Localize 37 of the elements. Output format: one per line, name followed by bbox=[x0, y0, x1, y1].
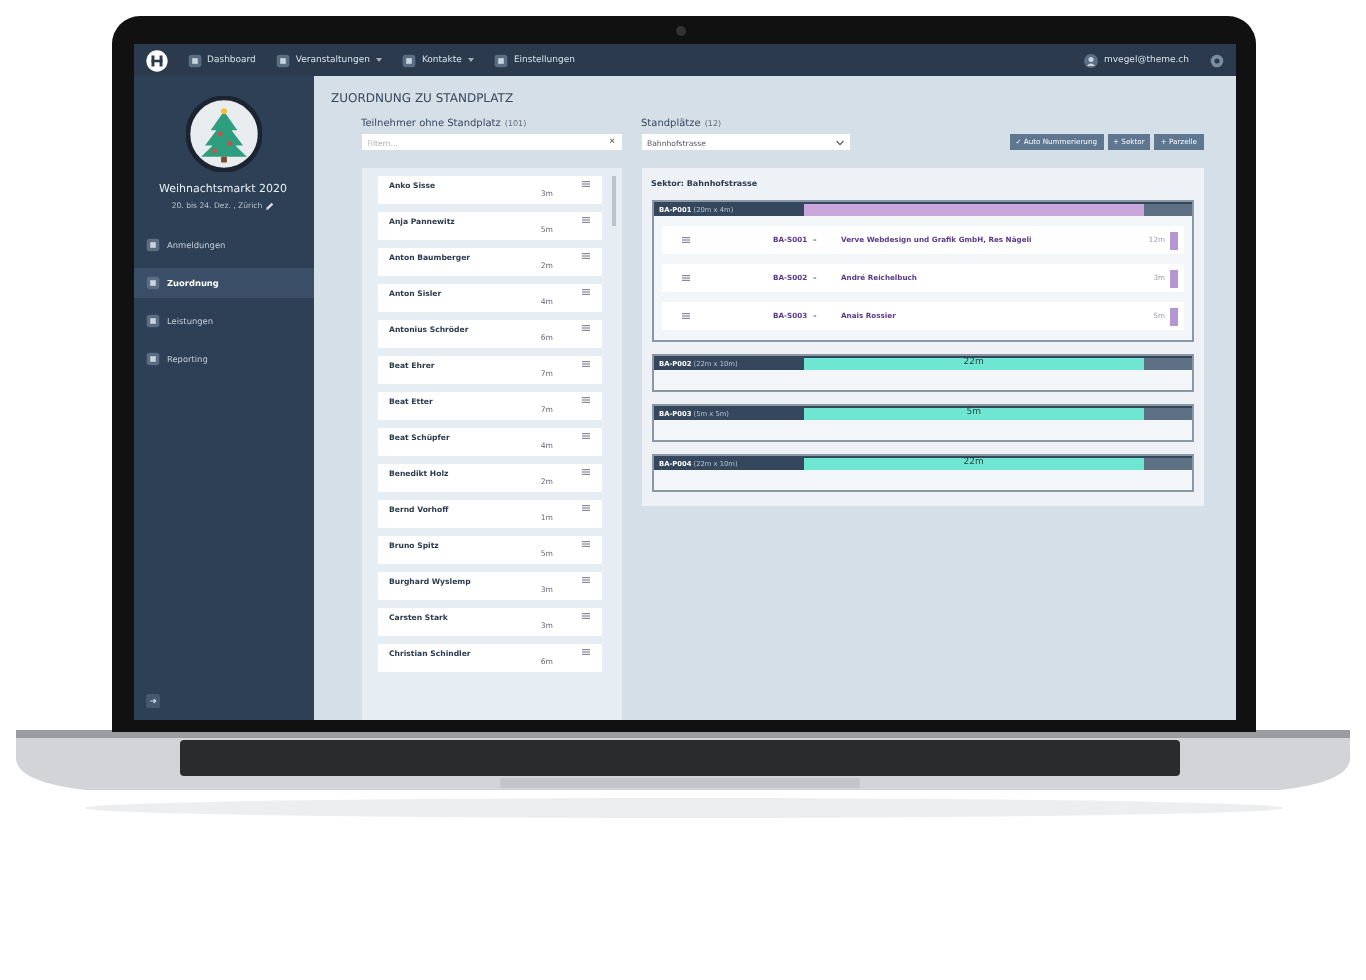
scrollbar-thumb[interactable] bbox=[611, 176, 615, 226]
stand-handle[interactable] bbox=[1169, 307, 1177, 325]
camera-icon bbox=[675, 26, 685, 36]
drag-handle-icon[interactable] bbox=[581, 540, 589, 548]
menu-square-icon bbox=[145, 276, 159, 290]
drag-handle-icon[interactable] bbox=[581, 468, 589, 476]
drag-handle-icon[interactable] bbox=[581, 324, 589, 332]
user-icon bbox=[1084, 53, 1099, 67]
drag-handle-icon[interactable] bbox=[581, 612, 589, 620]
drag-handle-icon[interactable] bbox=[681, 236, 689, 244]
chevron-down-icon bbox=[835, 139, 843, 145]
drag-handle-icon[interactable] bbox=[581, 432, 589, 440]
drag-handle-icon[interactable] bbox=[581, 504, 589, 512]
drag-handle-icon[interactable] bbox=[581, 180, 589, 188]
collapse-icon[interactable] bbox=[145, 694, 159, 708]
drag-handle-icon[interactable] bbox=[581, 396, 589, 404]
drag-handle-icon[interactable] bbox=[581, 360, 589, 368]
christmas-tree-avatar-icon bbox=[185, 96, 261, 172]
menu-square-icon bbox=[145, 238, 159, 252]
nav-square-icon bbox=[493, 53, 508, 67]
settings-icon[interactable] bbox=[1209, 53, 1223, 67]
nav-square-icon bbox=[401, 53, 416, 67]
menu-square-icon bbox=[145, 314, 159, 328]
menu-square-icon bbox=[145, 352, 159, 366]
pencil-icon[interactable] bbox=[266, 201, 275, 209]
drag-handle-icon[interactable] bbox=[581, 576, 589, 584]
stand-handle[interactable] bbox=[1169, 269, 1177, 287]
nav-square-icon bbox=[275, 53, 290, 67]
nav-square-icon bbox=[187, 53, 201, 67]
drag-handle-icon[interactable] bbox=[681, 274, 689, 282]
drag-handle-icon[interactable] bbox=[681, 312, 689, 320]
stand-handle[interactable] bbox=[1169, 231, 1177, 249]
logo-icon bbox=[145, 49, 167, 71]
drag-handle-icon[interactable] bbox=[581, 252, 589, 260]
drag-handle-icon[interactable] bbox=[581, 288, 589, 296]
drag-handle-icon[interactable] bbox=[581, 216, 589, 224]
drag-handle-icon[interactable] bbox=[581, 648, 589, 656]
